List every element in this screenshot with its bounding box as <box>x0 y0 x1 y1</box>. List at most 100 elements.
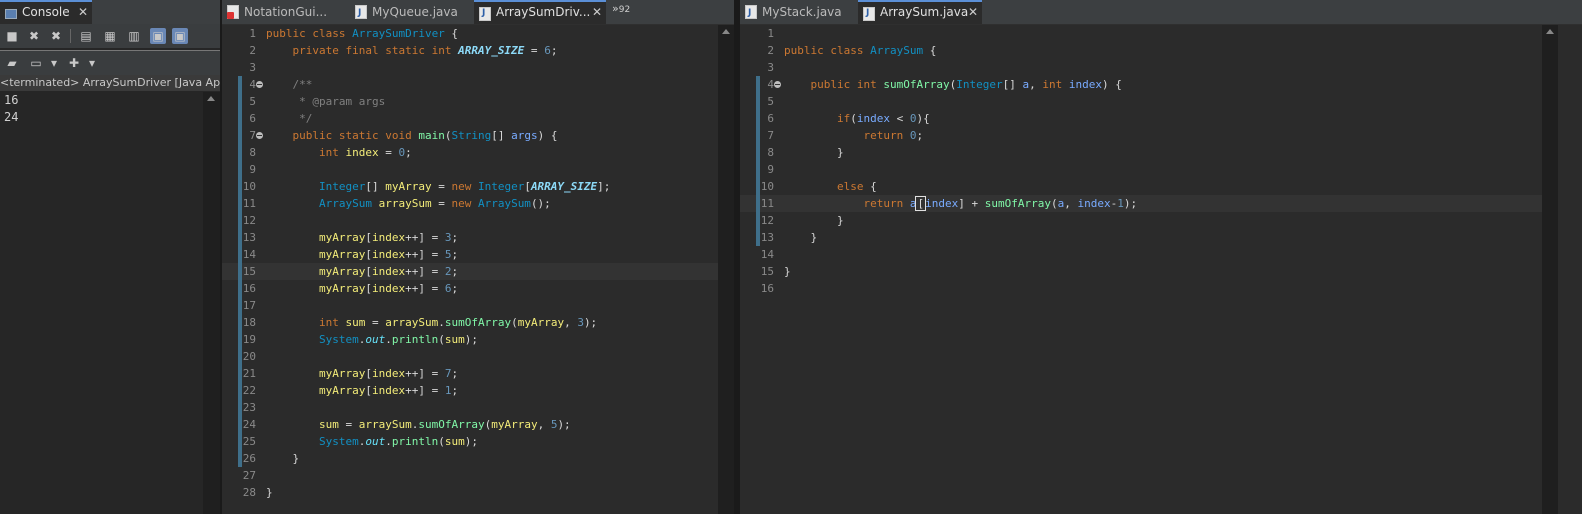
tab-myqueue[interactable]: MyQueue.java <box>350 0 474 24</box>
word-wrap-button[interactable]: ▥ <box>126 28 142 44</box>
clear-console-button[interactable]: ▤ <box>78 28 94 44</box>
code-line: 6 */ <box>222 110 718 127</box>
code-line: 14 myArray[index++] = 5; <box>222 246 718 263</box>
tab-label: NotationGui... <box>244 5 328 19</box>
editor-arraysum: MyStack.java ArraySum.java ✕ 1 2public c… <box>740 0 1582 514</box>
word-wrap-icon: ▥ <box>128 29 140 43</box>
hidden-tabs-count: 92 <box>618 5 631 15</box>
fold-toggle-icon[interactable] <box>256 81 263 88</box>
code-line: 1 public class ArraySumDriver { <box>249 27 459 40</box>
console-scrollbar[interactable] <box>203 92 220 514</box>
code-area[interactable]: 1 public class ArraySumDriver { 2 private… <box>222 25 718 514</box>
code-line: 12 <box>222 212 718 229</box>
code-line: 8 } <box>740 144 1542 161</box>
tab-mystack[interactable]: MyStack.java <box>740 0 858 24</box>
tab-label: ArraySumDriv... <box>496 5 591 19</box>
fold-toggle-icon[interactable] <box>256 132 263 139</box>
code-line: 20 <box>222 348 718 365</box>
overview-ruler[interactable] <box>1558 25 1582 514</box>
code-line: 14 <box>760 248 774 261</box>
console-toolbar: ■ ✖ ✖ ▤ ▦ ▥ ▣ ▣ <box>0 24 220 48</box>
code-line: 3 <box>767 61 774 74</box>
pin-console-button[interactable]: ▰ <box>4 55 20 71</box>
display-console-button[interactable]: ▭ <box>28 55 44 71</box>
code-line: 23 <box>222 399 718 416</box>
remove-launch-button[interactable]: ✖ <box>26 28 42 44</box>
console-output[interactable]: 16 24 <box>0 92 203 514</box>
code-line: 4 public int sumOfArray(Integer[] a, int… <box>740 76 1542 93</box>
chevron-down-icon: ▾ <box>50 56 58 70</box>
code-line: 6 if(index < 0){ <box>740 110 1542 127</box>
terminate-button[interactable]: ■ <box>4 28 20 44</box>
close-icon[interactable]: ✕ <box>968 2 978 23</box>
code-line: 13 } <box>740 229 1542 246</box>
tab-label: MyQueue.java <box>372 5 458 19</box>
remove-icon: ✖ <box>28 29 40 43</box>
scroll-lock-icon: ▦ <box>104 29 116 43</box>
display-console-dropdown[interactable]: ▾ <box>46 55 62 71</box>
java-file-icon <box>863 3 875 24</box>
tab-label: ArraySum.java <box>880 5 969 19</box>
code-area[interactable]: 1 2 public class ArraySum { 3 4 public in… <box>740 25 1542 514</box>
show-on-stderr-button[interactable]: ▣ <box>172 28 188 44</box>
code-line: 16 <box>760 282 774 295</box>
code-line: 15} <box>760 265 791 278</box>
code-line: 11 ArraySum arraySum = new ArraySum(); <box>222 195 718 212</box>
code-line: 7 public static void main(String[] args)… <box>222 127 718 144</box>
close-icon[interactable]: ✕ <box>78 2 88 23</box>
java-file-error-icon <box>227 5 239 19</box>
open-console-button[interactable]: ✚ <box>66 55 82 71</box>
eclipse-workbench: Console ✕ ■ ✖ ✖ ▤ ▦ ▥ ▣ ▣ ▰ ▭ ▾ ✚ ▾ <ter… <box>0 0 1582 514</box>
code-line: 9 <box>222 161 718 178</box>
java-file-icon <box>479 3 491 24</box>
code-line: 13 myArray[index++] = 3; <box>222 229 718 246</box>
console-tabbar: Console ✕ <box>0 0 220 25</box>
show-console-icon: ▣ <box>152 29 164 43</box>
java-file-icon <box>745 1 757 24</box>
display-icon: ▭ <box>30 56 42 70</box>
close-icon[interactable]: ✕ <box>592 2 602 23</box>
fold-toggle-icon[interactable] <box>774 81 781 88</box>
scroll-up-icon[interactable] <box>1546 29 1554 34</box>
code-line: 26 } <box>222 450 718 467</box>
remove-all-launches-button[interactable]: ✖ <box>48 28 64 44</box>
show-error-icon: ▣ <box>174 29 186 43</box>
console-output-line: 24 <box>4 110 19 124</box>
code-line: 16 myArray[index++] = 6; <box>222 280 718 297</box>
tab-arraysumdriver[interactable]: ArraySumDriv... ✕ <box>474 0 606 24</box>
code-line: 19 System.out.println(sum); <box>222 331 718 348</box>
code-line: 5 * @param args <box>222 93 718 110</box>
code-line: 3 <box>249 61 256 74</box>
console-toolbar-secondary: ▰ ▭ ▾ ✚ ▾ <box>0 50 220 75</box>
scroll-up-icon[interactable] <box>722 29 730 34</box>
scroll-up-icon[interactable] <box>207 96 215 101</box>
editor-scrollbar[interactable] <box>718 25 734 514</box>
code-line: 10 Integer[] myArray = new Integer[ARRAY… <box>222 178 718 195</box>
code-line: 7 return 0; <box>740 127 1542 144</box>
code-line: 28} <box>242 486 273 499</box>
tab-notationgui[interactable]: NotationGui... <box>222 0 350 24</box>
code-line: 8 int index = 0; <box>222 144 718 161</box>
code-line: 9 <box>740 161 1542 178</box>
tab-console-label: Console <box>22 5 70 19</box>
tab-console[interactable]: Console ✕ <box>0 0 92 24</box>
left-editor-tabbar: NotationGui... MyQueue.java ArraySumDriv… <box>222 0 734 25</box>
open-console-dropdown[interactable]: ▾ <box>84 55 100 71</box>
toolbar-separator <box>70 29 71 43</box>
scroll-lock-button[interactable]: ▦ <box>102 28 118 44</box>
code-line: 17 <box>222 297 718 314</box>
code-line: 1 <box>767 27 774 40</box>
new-console-icon: ✚ <box>68 56 80 70</box>
chevron-double-right-icon: » <box>612 2 619 15</box>
show-on-stdout-button[interactable]: ▣ <box>150 28 166 44</box>
clear-icon: ▤ <box>80 29 92 43</box>
right-editor-tabbar: MyStack.java ArraySum.java ✕ <box>740 0 1582 25</box>
java-file-icon <box>355 1 367 24</box>
editor-scrollbar[interactable] <box>1542 25 1558 514</box>
tab-overflow-button[interactable]: »92 <box>612 2 630 15</box>
code-line: 22 myArray[index++] = 1; <box>222 382 718 399</box>
remove-all-icon: ✖ <box>50 29 62 43</box>
code-line: 25 System.out.println(sum); <box>222 433 718 450</box>
code-line-current: 11 return a[index] + sumOfArray(a, index… <box>740 195 1542 212</box>
tab-arraysum[interactable]: ArraySum.java ✕ <box>858 0 982 24</box>
